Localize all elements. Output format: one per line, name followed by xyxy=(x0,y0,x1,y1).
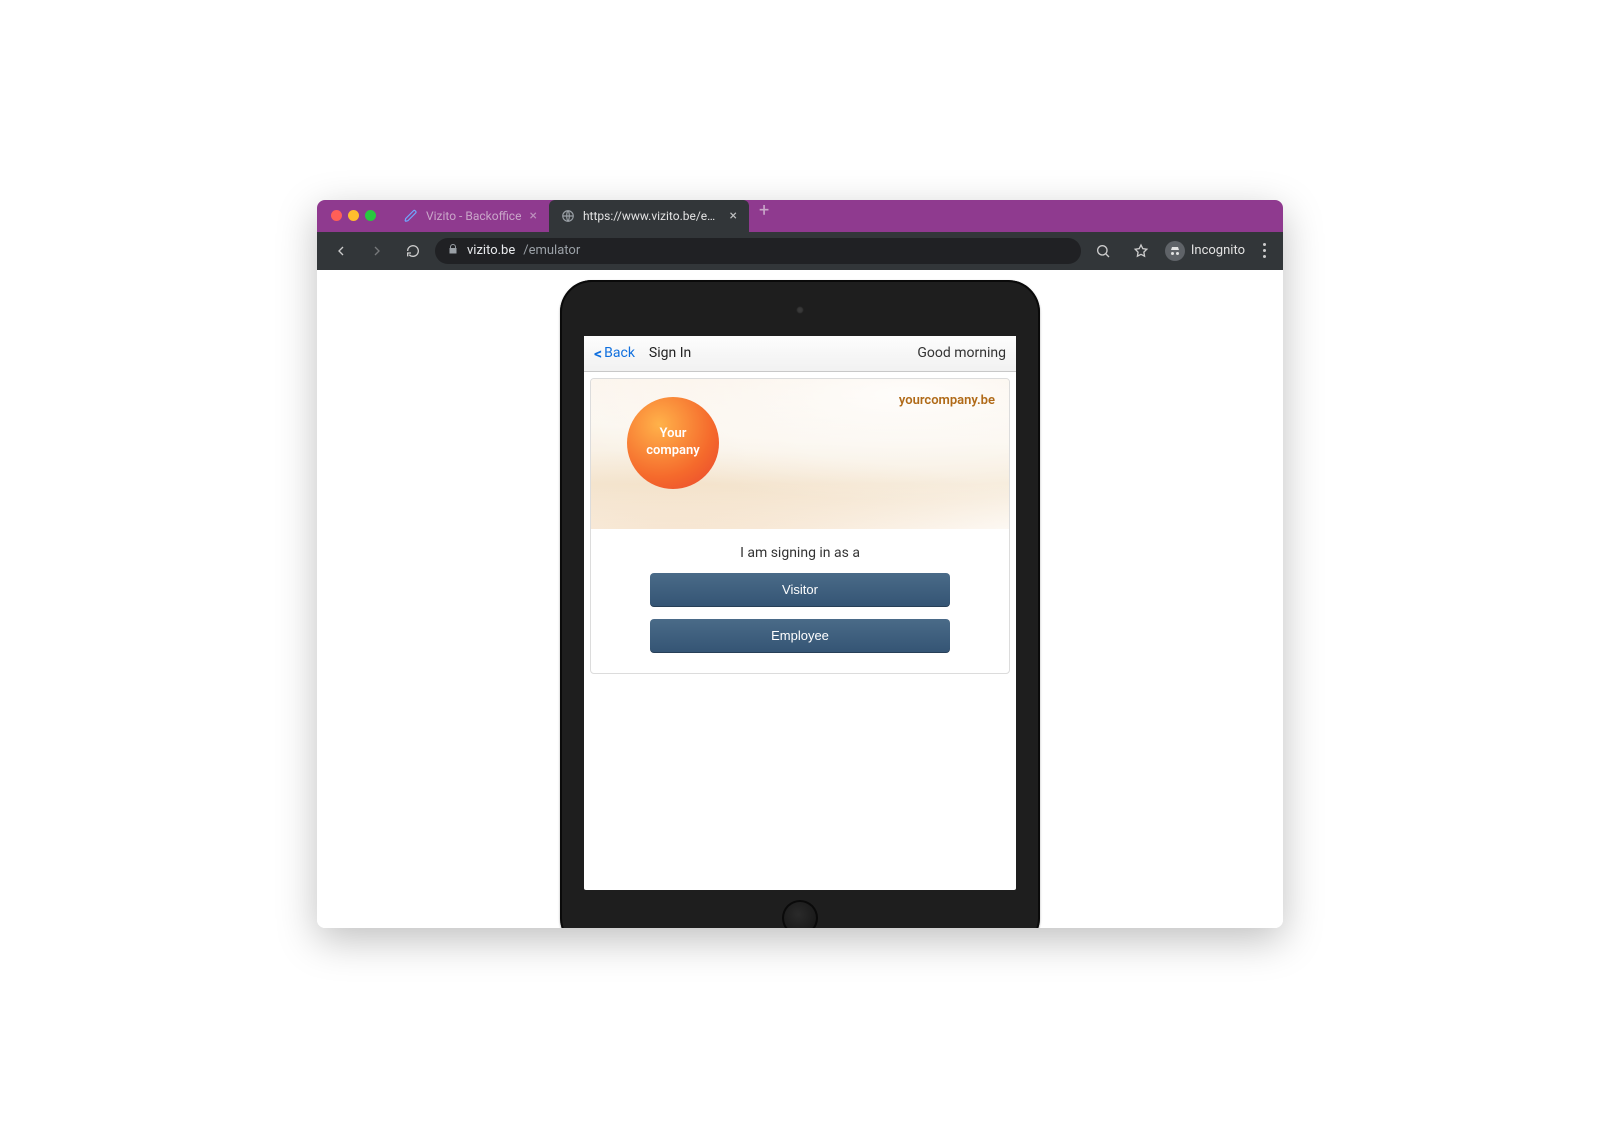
page-viewport: < Back Sign In Good morning Your company xyxy=(317,270,1283,928)
close-icon[interactable]: × xyxy=(529,209,536,223)
browser-menu-button[interactable] xyxy=(1255,243,1273,258)
zoom-button[interactable] xyxy=(1089,237,1117,265)
window-zoom-button[interactable] xyxy=(365,210,376,221)
incognito-icon xyxy=(1165,241,1185,261)
lock-icon xyxy=(447,243,459,259)
reload-button[interactable] xyxy=(399,237,427,265)
nav-back-button[interactable] xyxy=(327,237,355,265)
globe-icon xyxy=(561,209,575,223)
star-icon xyxy=(1133,243,1149,259)
toolbar-right: Incognito xyxy=(1089,237,1273,265)
window-traffic-lights xyxy=(331,210,376,221)
company-logo: Your company xyxy=(627,397,719,489)
app-header: < Back Sign In Good morning xyxy=(584,336,1016,372)
url-path: /emulator xyxy=(523,243,580,258)
chevron-left-icon: < xyxy=(594,344,602,363)
arrow-right-icon xyxy=(369,243,385,259)
new-tab-button[interactable]: + xyxy=(749,200,779,232)
employee-button[interactable]: Employee xyxy=(650,619,950,653)
back-label: Back xyxy=(604,345,635,361)
arrow-left-icon xyxy=(333,243,349,259)
magnifier-icon xyxy=(1095,243,1111,259)
ipad-frame: < Back Sign In Good morning Your company xyxy=(560,280,1040,928)
greeting-text: Good morning xyxy=(917,345,1006,361)
visitor-button[interactable]: Visitor xyxy=(650,573,950,607)
window-minimize-button[interactable] xyxy=(348,210,359,221)
ipad-camera xyxy=(796,306,804,314)
banner: Your company yourcompany.be xyxy=(591,379,1009,529)
incognito-label: Incognito xyxy=(1191,243,1245,258)
tabs: Vizito - Backoffice × https://www.vizito… xyxy=(392,200,1275,232)
browser-window: Vizito - Backoffice × https://www.vizito… xyxy=(317,200,1283,928)
ipad-screen: < Back Sign In Good morning Your company xyxy=(584,336,1016,890)
address-bar: vizito.be/emulator Incognito xyxy=(317,232,1283,270)
pencil-icon xyxy=(404,209,418,223)
signin-card: Your company yourcompany.be I am signing… xyxy=(590,378,1010,674)
logo-line-2: company xyxy=(646,443,699,459)
back-button[interactable]: < Back xyxy=(594,344,635,363)
window-close-button[interactable] xyxy=(331,210,342,221)
nav-forward-button[interactable] xyxy=(363,237,391,265)
url-domain: vizito.be xyxy=(467,243,515,258)
signin-prompt: I am signing in as a xyxy=(740,545,860,561)
tab-backoffice[interactable]: Vizito - Backoffice × xyxy=(392,200,549,232)
tab-title: Vizito - Backoffice xyxy=(426,209,521,223)
role-panel: I am signing in as a Visitor Employee xyxy=(591,529,1009,673)
url-input[interactable]: vizito.be/emulator xyxy=(435,238,1081,264)
logo-line-1: Your xyxy=(646,426,699,442)
incognito-badge: Incognito xyxy=(1165,241,1245,261)
tab-title: https://www.vizito.be/emulator xyxy=(583,209,722,223)
bookmark-button[interactable] xyxy=(1127,237,1155,265)
company-url: yourcompany.be xyxy=(899,393,995,408)
tab-bar: Vizito - Backoffice × https://www.vizito… xyxy=(317,200,1283,232)
close-icon[interactable]: × xyxy=(729,209,736,223)
page-title: Sign In xyxy=(649,345,691,361)
reload-icon xyxy=(405,243,421,259)
home-button[interactable] xyxy=(782,900,818,928)
tab-emulator[interactable]: https://www.vizito.be/emulator × xyxy=(549,200,749,232)
